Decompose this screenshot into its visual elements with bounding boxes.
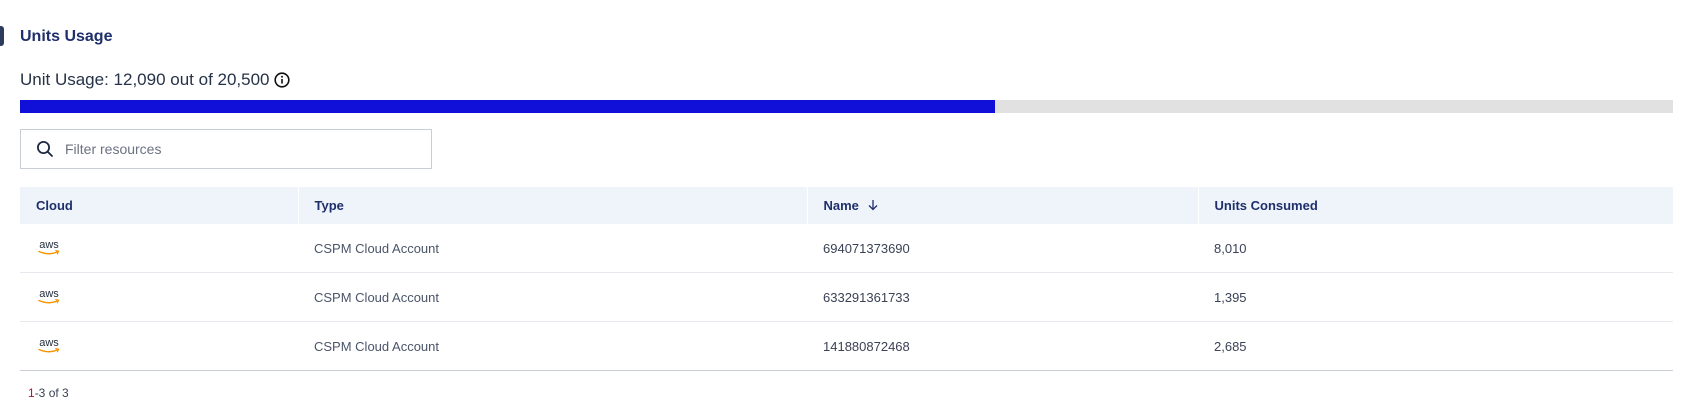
aws-logo-icon: aws [38,337,60,353]
table-row[interactable]: aws CSPM Cloud Account 694071373690 8,01… [20,224,1673,273]
type-cell: CSPM Cloud Account [298,272,807,322]
name-cell: 694071373690 [807,224,1198,273]
aws-logo-icon: aws [38,239,60,255]
unit-usage-label: Unit Usage: 12,090 out of 20,500 [20,70,270,89]
name-cell: 633291361733 [807,272,1198,322]
name-cell: 141880872468 [807,321,1198,371]
type-cell: CSPM Cloud Account [298,224,807,273]
filter-resources-field[interactable] [20,129,432,169]
unit-usage-summary: Unit Usage: 12,090 out of 20,500 [20,70,290,90]
unit-usage-progress-bar [20,100,1673,113]
resources-table: Cloud Type Name Units Consumed aws CSPM … [20,187,1673,371]
units-consumed-cell: 1,395 [1198,272,1673,322]
aws-logo-icon: aws [38,288,60,304]
cloud-cell: aws [20,272,298,322]
filter-resources-input[interactable] [63,140,397,158]
unit-usage-progress-fill [20,100,995,113]
type-cell: CSPM Cloud Account [298,321,807,371]
svg-text:aws: aws [39,239,59,251]
units-consumed-cell: 2,685 [1198,321,1673,371]
column-header-name[interactable]: Name [807,187,1199,224]
column-header-units-consumed[interactable]: Units Consumed [1198,187,1673,224]
column-header-type[interactable]: Type [298,187,808,224]
info-icon[interactable] [273,72,290,88]
cloud-cell: aws [20,224,298,273]
table-header-row: Cloud Type Name Units Consumed [20,187,1673,224]
column-header-cloud[interactable]: Cloud [20,187,299,224]
table-row[interactable]: aws CSPM Cloud Account 633291361733 1,39… [20,272,1673,322]
pagination-range-start: 1 [28,386,35,400]
search-icon [37,141,53,157]
pagination-summary: 1-3 of 3 [28,386,69,400]
section-title: Units Usage [20,28,113,45]
svg-text:aws: aws [39,337,59,349]
pagination-range-rest: -3 of 3 [34,386,69,400]
section-accent-bar [0,26,4,46]
column-header-name-label: Name [823,198,859,213]
arrow-down-icon[interactable] [867,199,879,211]
units-consumed-cell: 8,010 [1198,224,1673,273]
table-row[interactable]: aws CSPM Cloud Account 141880872468 2,68… [20,321,1673,371]
cloud-cell: aws [20,321,298,371]
svg-text:aws: aws [39,288,59,300]
